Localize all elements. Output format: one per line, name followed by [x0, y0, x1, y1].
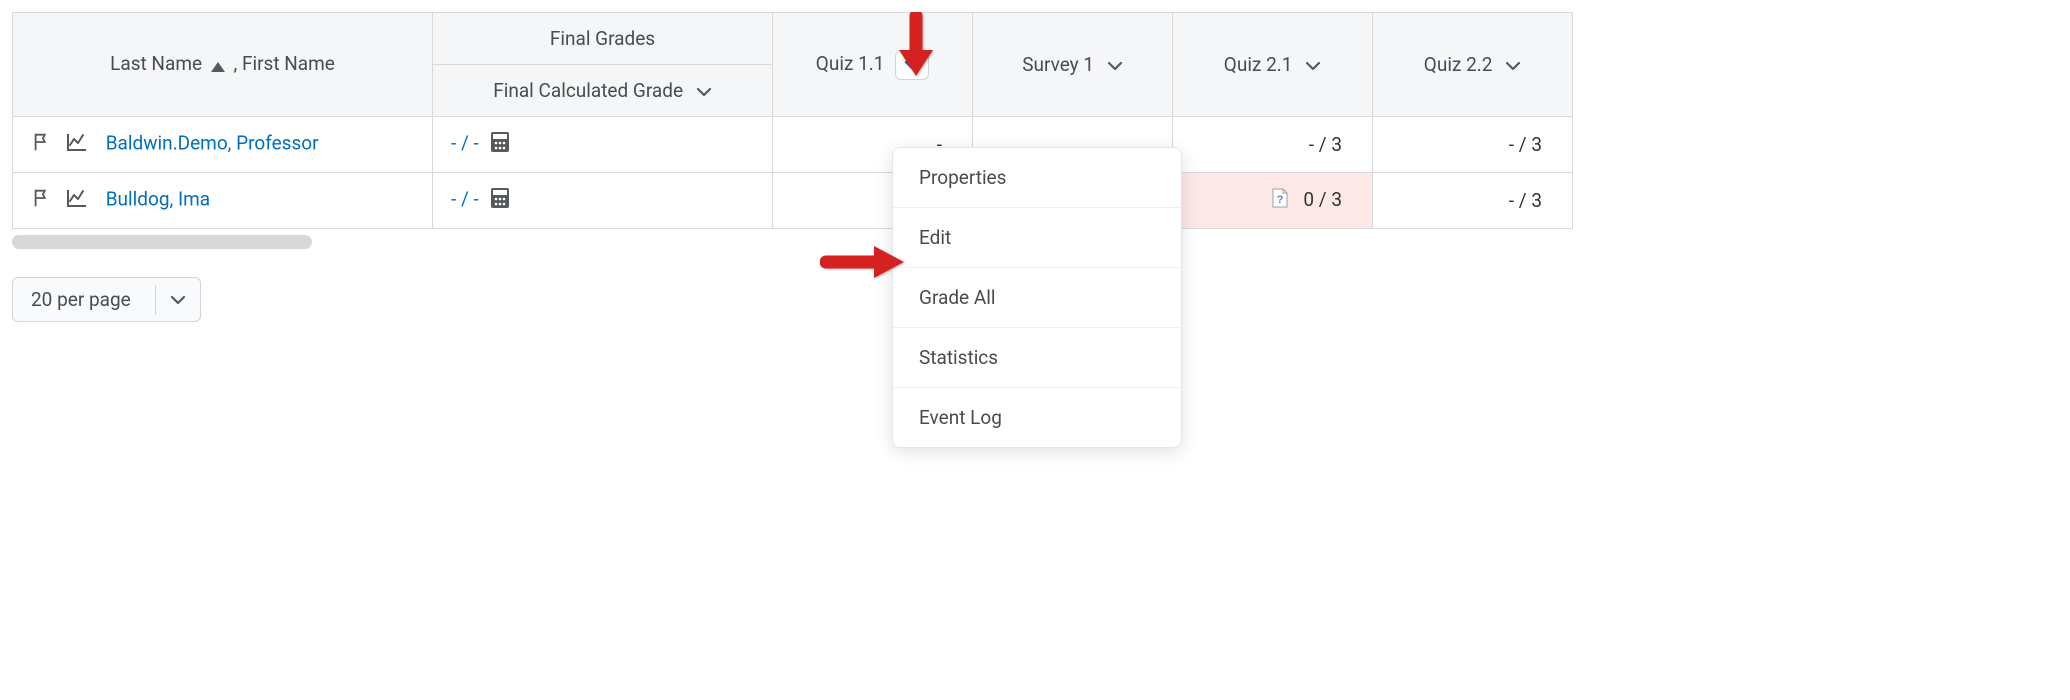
column-header-final-group: Final Grades — [433, 13, 773, 65]
chevron-down-icon[interactable] — [1505, 61, 1521, 71]
student-link[interactable]: Bulldog, Ima — [106, 188, 210, 211]
svg-text:?: ? — [1276, 194, 1283, 206]
first-name-label: , First Name — [234, 52, 335, 75]
last-name-label: Last Name — [110, 52, 202, 75]
menu-item-edit[interactable]: Edit — [893, 207, 1181, 267]
scrollbar-thumb[interactable] — [12, 235, 312, 249]
horizontal-scrollbar[interactable] — [12, 235, 1545, 249]
column-header-survey1[interactable]: Survey 1 — [973, 13, 1173, 117]
grades-table: Last Name , First Name Final Grades Quiz… — [12, 12, 1573, 229]
flag-icon[interactable] — [31, 187, 53, 214]
grade-cell-quiz21[interactable]: ? 0 / 3 — [1173, 173, 1373, 229]
flag-icon[interactable] — [31, 131, 53, 158]
per-page-label: 20 per page — [13, 278, 155, 321]
menu-item-event-log[interactable]: Event Log — [893, 387, 1181, 447]
column-header-quiz22[interactable]: Quiz 2.2 — [1373, 13, 1573, 117]
menu-item-grade-all[interactable]: Grade All — [893, 267, 1181, 327]
column-actions-menu: Properties Edit Grade All Statistics Eve… — [892, 147, 1182, 448]
column-header-quiz11[interactable]: Quiz 1.1 — [773, 13, 973, 117]
per-page-chevron[interactable] — [155, 285, 200, 315]
table-row: Baldwin.Demo, Professor - / - - - / 3 - … — [13, 117, 1573, 173]
grade-cell-quiz22[interactable]: - / 3 — [1373, 173, 1573, 229]
per-page-select[interactable]: 20 per page — [12, 277, 201, 322]
chart-icon[interactable] — [65, 187, 89, 214]
final-grade-cell[interactable]: - / - — [433, 173, 773, 229]
chevron-down-icon[interactable] — [1305, 61, 1321, 71]
student-link[interactable]: Baldwin.Demo, Professor — [106, 132, 319, 155]
quiz11-menu-button[interactable] — [895, 50, 929, 80]
chevron-down-icon[interactable] — [1107, 61, 1123, 71]
menu-item-properties[interactable]: Properties — [893, 148, 1181, 207]
sort-ascending-icon — [211, 54, 225, 77]
column-header-quiz21[interactable]: Quiz 2.1 — [1173, 13, 1373, 117]
chart-icon[interactable] — [65, 131, 89, 158]
menu-item-statistics[interactable]: Statistics — [893, 327, 1181, 387]
grade-cell-quiz22[interactable]: - / 3 — [1373, 117, 1573, 173]
final-grade-cell[interactable]: - / - — [433, 117, 773, 173]
grade-cell-quiz21[interactable]: - / 3 — [1173, 117, 1373, 173]
chevron-down-icon[interactable] — [696, 87, 712, 97]
draft-page-icon: ? — [1271, 190, 1294, 213]
column-header-name[interactable]: Last Name , First Name — [13, 13, 433, 117]
table-row: Bulldog, Ima - / - ? - ? 0 / 3 — [13, 173, 1573, 229]
calculator-icon — [490, 191, 510, 214]
calculator-icon — [490, 135, 510, 158]
column-header-final-calc[interactable]: Final Calculated Grade — [433, 65, 773, 117]
